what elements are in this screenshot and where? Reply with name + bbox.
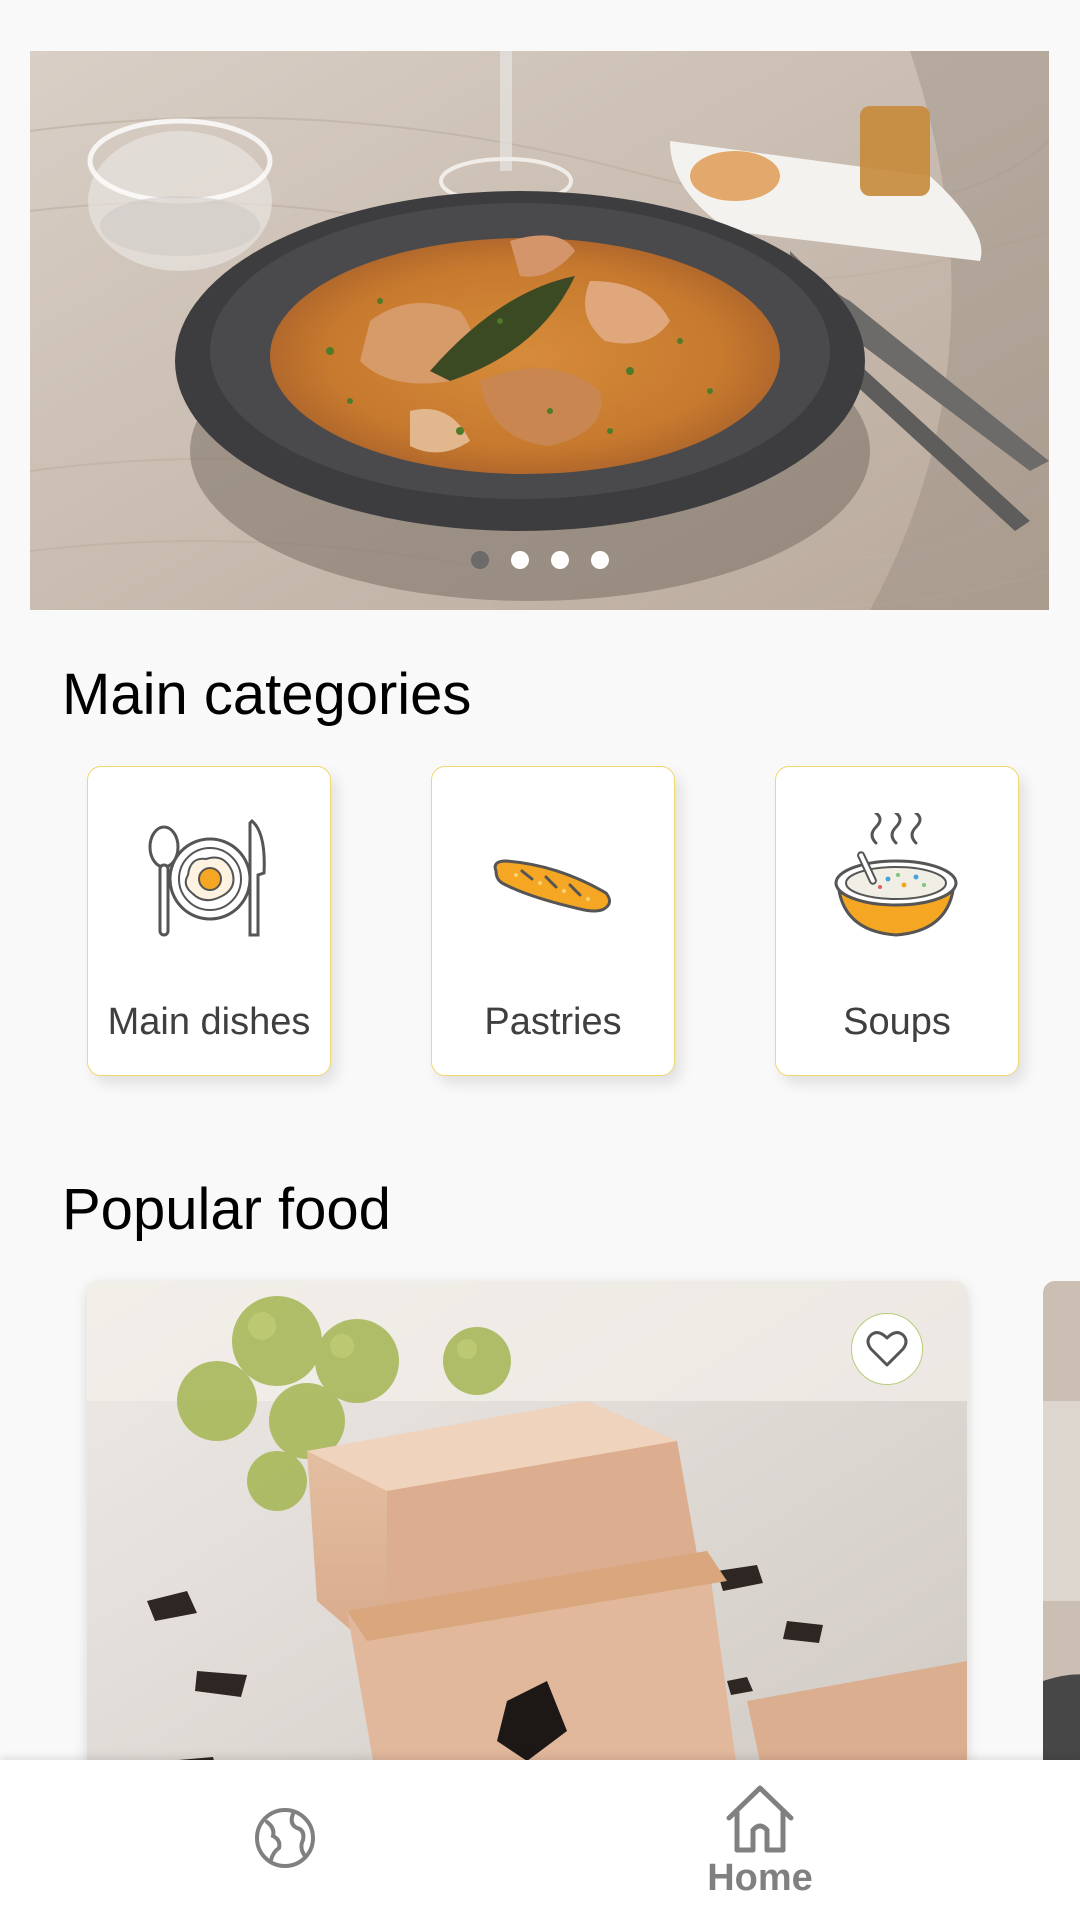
home-screen: Main categories Main dishes Pastries Sou… xyxy=(0,0,1080,1920)
category-label: Soups xyxy=(843,1001,951,1043)
carousel-dot-2[interactable] xyxy=(510,551,529,569)
popular-food-card-partial[interactable] xyxy=(1043,1281,1080,1841)
nav-item-explore[interactable] xyxy=(240,1760,330,1920)
hero-image xyxy=(30,51,1049,610)
carousel-dot-3[interactable] xyxy=(550,551,569,569)
category-card-main-dishes[interactable]: Main dishes xyxy=(87,766,331,1076)
carousel-dot-4[interactable] xyxy=(590,551,609,569)
soup-bowl-icon xyxy=(776,813,1018,953)
baguette-icon xyxy=(432,813,674,953)
category-label: Pastries xyxy=(484,1001,622,1043)
category-list: Main dishes Pastries Soups xyxy=(87,766,1019,1076)
home-icon xyxy=(723,1782,797,1861)
bottom-navigation: Home xyxy=(0,1760,1080,1920)
nav-label-home: Home xyxy=(707,1857,813,1899)
category-card-soups[interactable]: Soups xyxy=(775,766,1019,1076)
carousel-indicators[interactable] xyxy=(30,551,1049,569)
dish-image-partial xyxy=(1043,1281,1080,1841)
plate-egg-icon xyxy=(88,813,330,953)
globe-icon xyxy=(253,1806,317,1875)
heart-icon xyxy=(866,1331,908,1367)
hero-carousel[interactable] xyxy=(30,51,1049,610)
popular-food-title: Popular food xyxy=(62,1177,391,1242)
carousel-dot-1[interactable] xyxy=(470,551,489,569)
favorite-button[interactable] xyxy=(851,1313,923,1385)
nav-item-home[interactable]: Home xyxy=(690,1760,830,1920)
foie-gras-image xyxy=(87,1281,967,1841)
main-categories-title: Main categories xyxy=(62,662,472,727)
popular-food-card[interactable] xyxy=(87,1281,967,1841)
category-label: Main dishes xyxy=(107,1001,311,1043)
category-card-pastries[interactable]: Pastries xyxy=(431,766,675,1076)
